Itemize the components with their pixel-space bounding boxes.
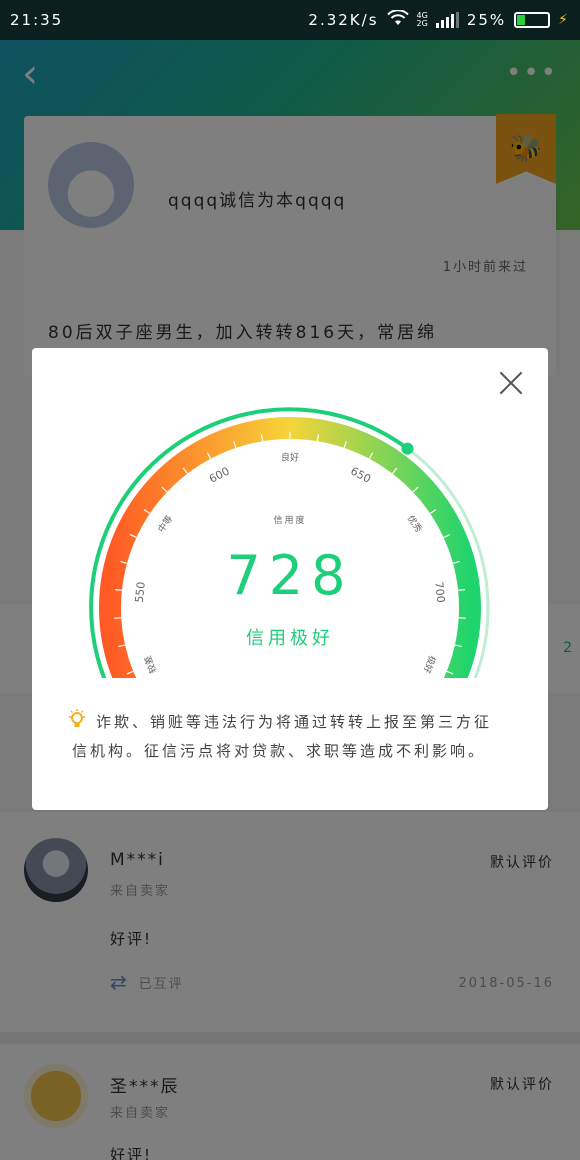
gauge-indicator-dot xyxy=(401,442,414,455)
battery-icon xyxy=(514,12,551,28)
status-bar: 21:35 2.32K/s 4G 2G 25% ⚡ xyxy=(0,0,580,40)
gauge-label: 信用度 xyxy=(273,516,307,526)
signal-icon xyxy=(435,12,459,28)
gauge-tick-label: 650 xyxy=(348,464,373,485)
status-time: 21:35 xyxy=(10,11,64,29)
network-speed: 2.32K/s xyxy=(308,11,379,29)
credit-rating: 信用极好 xyxy=(246,628,334,649)
network-type: 4G 2G xyxy=(416,11,428,28)
credit-score: 728 xyxy=(226,544,354,607)
battery-level xyxy=(517,15,525,25)
battery-percent: 25% xyxy=(466,11,507,29)
gauge-level-label: 较差 xyxy=(141,654,159,675)
gauge-tick-label: 600 xyxy=(207,464,232,485)
credit-tip: 诈欺、销赃等违法行为将通过转转上报至第三方征信机构。征信污点将对贷款、求职等造成… xyxy=(72,713,493,760)
wifi-icon xyxy=(386,8,409,31)
gauge-level-label: 良好 xyxy=(281,452,299,464)
gauge-level-label: 极好 xyxy=(421,654,439,675)
charging-icon: ⚡ xyxy=(558,12,570,28)
credit-modal: 350550600650700950较差中等良好优秀极好 信用度 728 信用极… xyxy=(32,348,548,810)
